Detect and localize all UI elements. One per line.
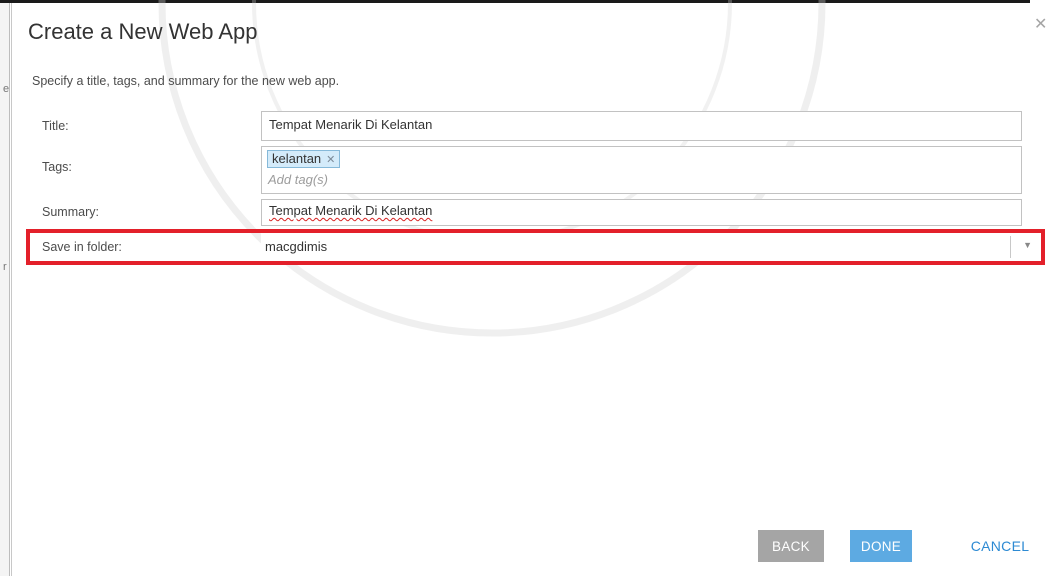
select-divider	[1010, 236, 1011, 258]
title-label: Title:	[42, 119, 69, 133]
dialog-title: Create a New Web App	[28, 19, 258, 44]
chevron-down-icon[interactable]: ▼	[1023, 240, 1032, 250]
tag-remove-icon[interactable]: ✕	[326, 154, 335, 166]
background-page-edge: e r	[0, 3, 10, 576]
save-folder-select[interactable]: macgdimis ▼	[261, 233, 1041, 261]
back-button[interactable]: BACK	[758, 530, 824, 562]
title-input[interactable]: Tempat Menarik Di Kelantan	[261, 111, 1022, 141]
create-web-app-dialog: Create a New Web App ✕ Specify a title, …	[11, 0, 1059, 576]
save-folder-highlight: Save in folder: macgdimis ▼	[26, 229, 1045, 265]
tag-chip: kelantan ✕	[267, 150, 341, 168]
add-tag-input[interactable]: Add tag(s)	[268, 172, 1016, 187]
dialog-subtitle: Specify a title, tags, and summary for t…	[32, 74, 340, 88]
summary-input-value: Tempat Menarik Di Kelantan	[269, 203, 433, 218]
summary-input[interactable]: Tempat Menarik Di Kelantan	[261, 199, 1022, 226]
save-folder-label: Save in folder:	[42, 240, 122, 254]
tags-label: Tags:	[42, 160, 72, 174]
tag-chip-label: kelantan	[272, 151, 322, 166]
tags-input[interactable]: kelantan ✕ Add tag(s)	[261, 146, 1022, 194]
close-icon[interactable]: ✕	[1034, 17, 1047, 33]
save-folder-value: macgdimis	[265, 239, 328, 254]
done-button[interactable]: DONE	[850, 530, 912, 562]
cancel-button[interactable]: CANCEL	[960, 530, 1040, 562]
summary-label: Summary:	[42, 205, 99, 219]
title-input-value: Tempat Menarik Di Kelantan	[269, 117, 433, 132]
